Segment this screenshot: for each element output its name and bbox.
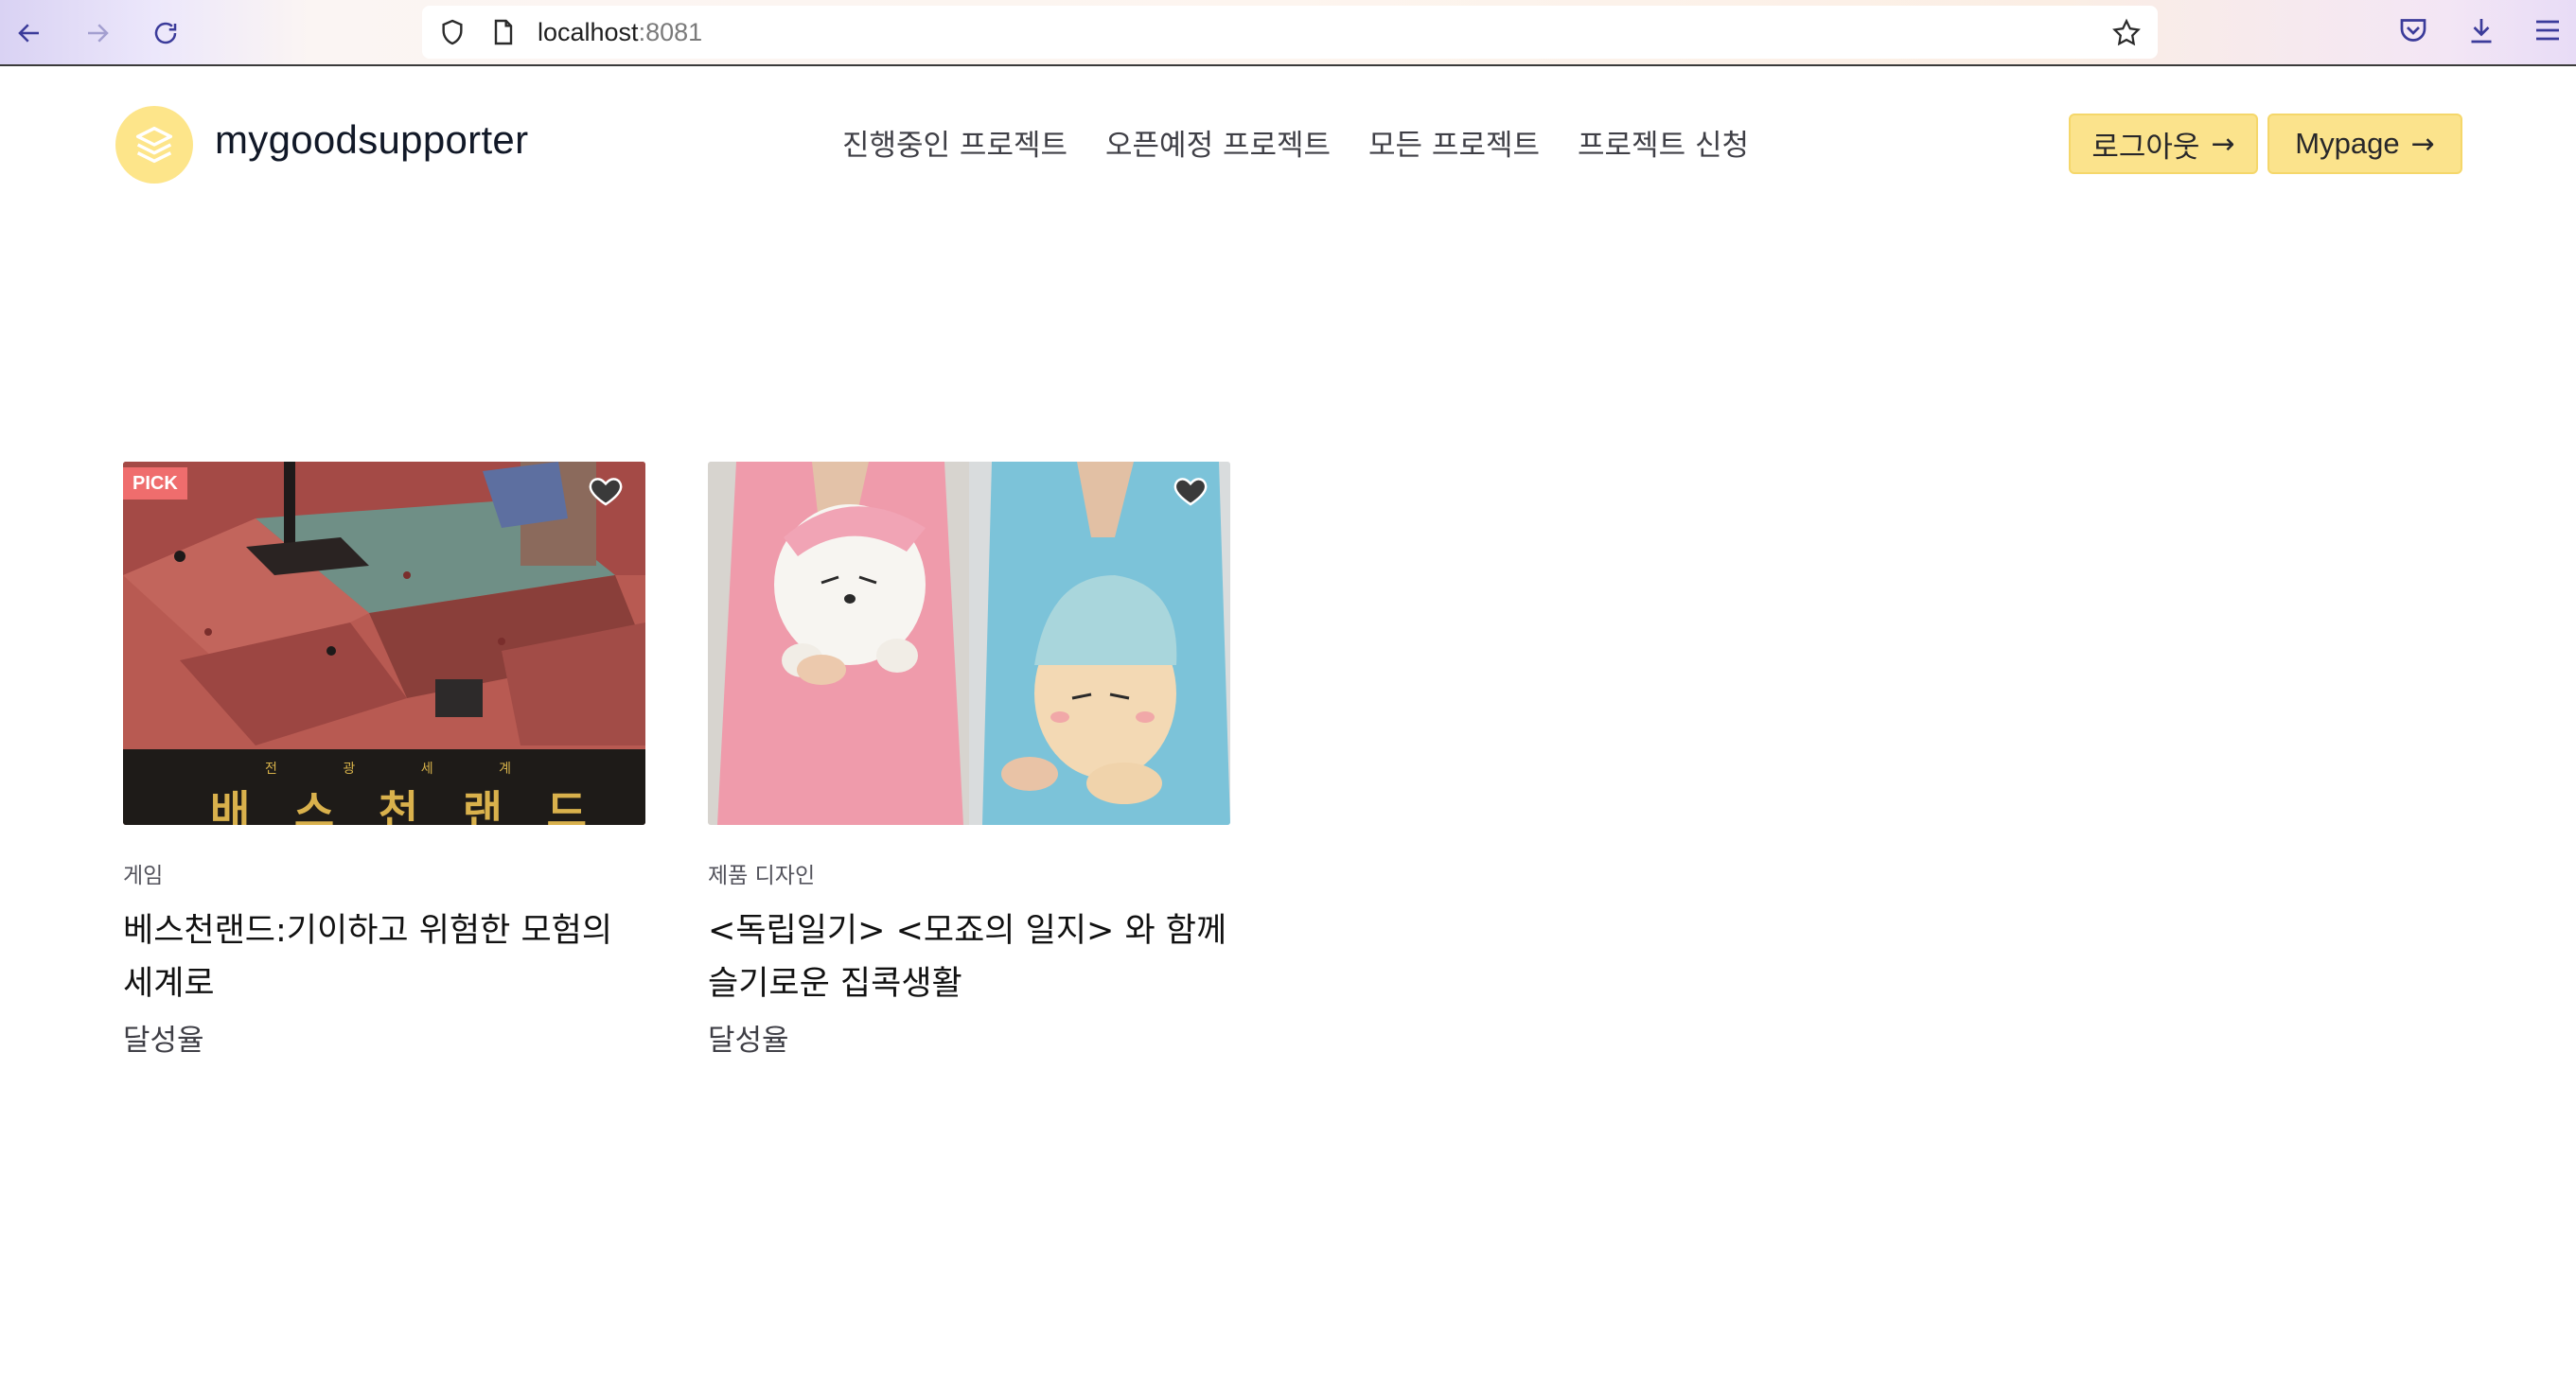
project-card[interactable]: PICK 전 광 세 계 배 스 천 랜 드 게임 베스천랜드:기이하고 위험한… — [123, 462, 645, 1059]
main-nav: 진행중인 프로젝트 오픈예정 프로젝트 모든 프로젝트 프로젝트 신청 — [842, 121, 1749, 164]
nav-project-apply[interactable]: 프로젝트 신청 — [1578, 121, 1749, 164]
mypage-button[interactable]: Mypage → — [2267, 114, 2462, 174]
brand-name[interactable]: mygoodsupporter — [215, 117, 528, 163]
project-title[interactable]: <독립일기> <모죠의 일지> 와 함께 슬기로운 집콕생활 — [708, 904, 1230, 1010]
shield-icon[interactable] — [437, 17, 468, 47]
heart-icon[interactable] — [1172, 471, 1209, 509]
poster-title-char: 천 — [378, 786, 421, 825]
pick-badge: PICK — [123, 467, 187, 500]
back-arrow-icon[interactable] — [6, 9, 53, 57]
page-icon — [494, 19, 513, 45]
browser-toolbar: localhost:8081 — [0, 0, 2576, 66]
poster-title-char: 배 — [210, 786, 253, 825]
menu-icon[interactable] — [2531, 13, 2565, 47]
heart-icon[interactable] — [587, 471, 625, 509]
pocket-icon[interactable] — [2396, 13, 2430, 47]
pajama-product-image — [708, 462, 1230, 825]
achievement-rate-label: 달성율 — [708, 1024, 789, 1058]
nav-upcoming-projects[interactable]: 오픈예정 프로젝트 — [1105, 121, 1331, 164]
poster-small-char: 광 — [343, 762, 356, 777]
site-header: mygoodsupporter 진행중인 프로젝트 오픈예정 프로젝트 모든 프… — [0, 68, 2576, 219]
arrow-right-icon: → — [2410, 127, 2435, 161]
logout-button[interactable]: 로그아웃 → — [2069, 114, 2258, 174]
project-category: 제품 디자인 — [708, 864, 816, 888]
forward-arrow-icon[interactable] — [74, 9, 121, 57]
project-category: 게임 — [123, 864, 164, 888]
download-icon[interactable] — [2464, 13, 2498, 47]
mypage-label: Mypage — [2295, 127, 2400, 160]
nav-ongoing-projects[interactable]: 진행중인 프로젝트 — [842, 121, 1067, 164]
reload-icon[interactable] — [142, 9, 189, 57]
project-title[interactable]: 베스천랜드:기이하고 위험한 모험의 세계로 — [123, 904, 645, 1010]
poster-small-char: 전 — [265, 762, 277, 777]
project-thumbnail[interactable]: PICK 전 광 세 계 배 스 천 랜 드 — [123, 462, 645, 825]
poster-small-char: 계 — [499, 762, 511, 777]
project-thumbnail[interactable] — [708, 462, 1230, 825]
project-card[interactable]: 제품 디자인 <독립일기> <모죠의 일지> 와 함께 슬기로운 집콕생활 달성… — [708, 462, 1230, 1059]
achievement-rate-label: 달성율 — [123, 1024, 204, 1058]
url-text: localhost:8081 — [538, 18, 703, 46]
address-bar[interactable]: localhost:8081 — [422, 6, 2158, 59]
logout-label: 로그아웃 — [2091, 130, 2200, 165]
logo-icon[interactable] — [115, 106, 193, 184]
poster-small-char: 세 — [420, 762, 433, 777]
poster-title-char: 드 — [546, 786, 589, 825]
bookmark-star-icon[interactable] — [2110, 17, 2143, 49]
nav-all-projects[interactable]: 모든 프로젝트 — [1368, 121, 1540, 164]
arrow-right-icon: → — [2211, 127, 2235, 161]
poster-title-char: 스 — [293, 786, 337, 825]
poster-title-strip: 전 광 세 계 배 스 천 랜 드 — [123, 749, 645, 825]
poster-title-char: 랜 — [462, 786, 505, 825]
